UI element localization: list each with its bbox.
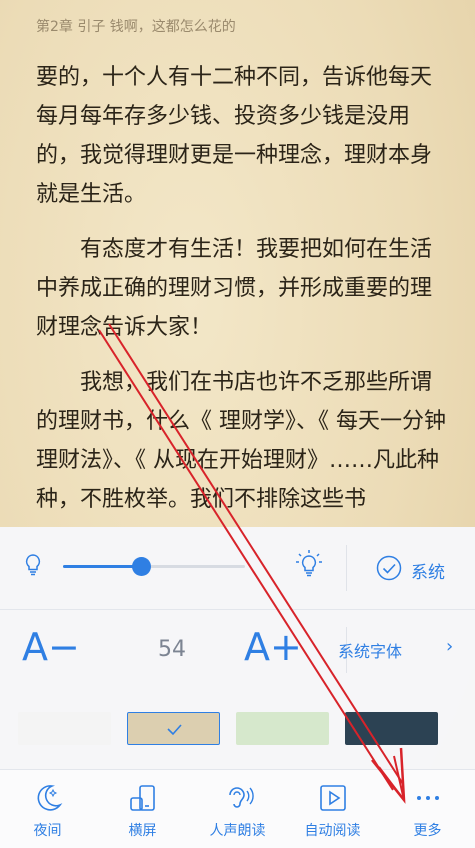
annotation-arrow — [98, 323, 406, 804]
